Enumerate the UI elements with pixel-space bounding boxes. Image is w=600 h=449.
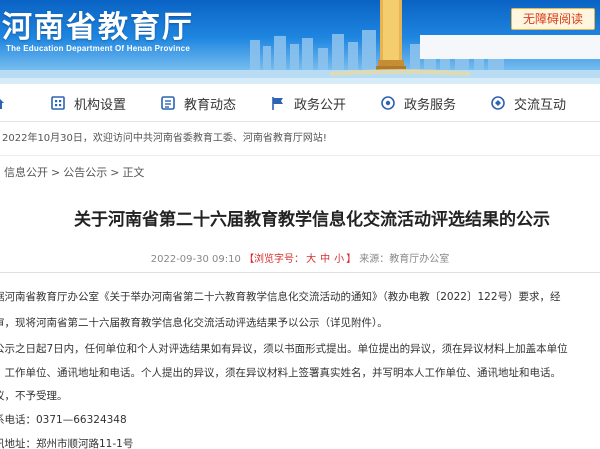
breadcrumb: 信息公开 > 公告公示 > 正文 [0,156,600,190]
nav-label-interaction: 交流互动 [514,97,567,113]
breadcrumb-current: 正文 [122,166,145,179]
interaction-icon [490,95,506,111]
divider [0,272,600,273]
site-subtitle: The Education Department Of Henan Provin… [6,44,190,53]
nav-item-interaction[interactable]: 交流互动 [490,84,566,122]
main-nav: 机构设置 教育动态 政务公开 政务服务 交流互动 [0,84,600,122]
header-search-area [420,35,600,59]
breadcrumb-separator: > [51,166,61,179]
article-paragraph: 审，现将河南省第二十六届教育教学信息化交流活动评选结果予以公示（详见附件）。 [0,317,388,329]
organization-icon [50,95,66,111]
landmark-tower [376,0,406,72]
site-name: 河南省教育厅 [2,10,194,45]
font-size-label-open: 【浏览字号： [244,254,305,265]
welcome-notice-bar: 2022年10月30日，欢迎访问中共河南省委教育工委、河南省教育厅网站! [0,122,600,156]
breadcrumb-info-public[interactable]: 信息公开 [4,166,48,179]
breadcrumb-separator: > [110,166,120,179]
article-date: 2022-09-30 09:10 [150,254,241,265]
accessibility-reading-button[interactable]: 无障碍阅读 [511,8,595,30]
nav-item-news[interactable]: 教育动态 [160,84,236,122]
site-header: 河南省教育厅 The Education Department Of Henan… [0,0,600,84]
flag-icon [270,95,286,111]
article-contact-address: 讯地址：郑州市顺河路11-1号 [0,438,134,449]
article-meta: 2022-09-30 09:10 【浏览字号：大中小】 来源：教育厅办公室 [0,250,600,265]
article-paragraph: 据河南省教育厅办公室《关于举办河南省第二十六教育教学信息化交流活动的通知》（教办… [0,291,561,303]
article-source: 来源：教育厅办公室 [359,254,450,265]
nav-item-organization[interactable]: 机构设置 [50,84,126,122]
service-icon [380,95,396,111]
news-icon [160,95,176,111]
breadcrumb-announcements[interactable]: 公告公示 [63,166,107,179]
home-icon [0,95,6,111]
nav-item-services[interactable]: 政务服务 [380,84,456,122]
welcome-notice-text: 2022年10月30日，欢迎访问中共河南省委教育工委、河南省教育厅网站! [2,133,327,144]
nav-item-government-affairs[interactable]: 政务公开 [270,84,346,122]
nav-label-news: 教育动态 [184,97,237,113]
article-title: 关于河南省第二十六届教育教学信息化交流活动评选结果的公示 [74,210,550,230]
nav-label-government-affairs: 政务公开 [294,97,347,113]
nav-label-services: 政务服务 [404,97,457,113]
article-contact-phone: 系电话：0371—66324348 [0,414,127,426]
font-size-medium-button[interactable]: 中 [320,254,330,265]
article-paragraph: 公示之日起7日内，任何单位和个人对评选结果如有异议，须以书面形式提出。单位提出的… [0,343,568,355]
font-size-small-button[interactable]: 小 [334,254,344,265]
nav-item-home[interactable] [0,84,14,122]
article-body: 据河南省教育厅办公室《关于举办河南省第二十六教育教学信息化交流活动的通知》（教办… [0,282,600,449]
font-size-label-close: 】 [346,254,357,265]
article-paragraph: 、工作单位、通讯地址和电话。个人提出的异议，须在异议材料上签署真实姓名，并写明本… [0,367,561,379]
font-size-large-button[interactable]: 大 [306,254,316,265]
article-paragraph: 议，不予受理。 [0,390,68,402]
nav-label-organization: 机构设置 [74,97,127,113]
